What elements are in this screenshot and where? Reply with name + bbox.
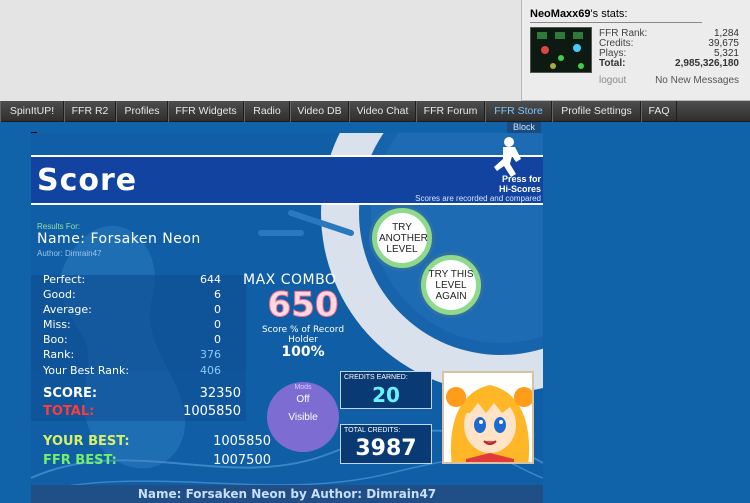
results-for-label: Results For: xyxy=(37,222,81,231)
try-again-label: TRY THIS LEVEL AGAIN xyxy=(428,268,474,302)
total-credits-value: 3987 xyxy=(355,436,417,461)
logout-link[interactable]: logout xyxy=(599,75,626,86)
block-button[interactable]: Block xyxy=(507,122,541,133)
nav-profiles[interactable]: Profiles xyxy=(116,101,168,122)
nav-video-db[interactable]: Video DB xyxy=(290,101,349,122)
nav-video-chat[interactable]: Video Chat xyxy=(349,101,416,122)
messages-link[interactable]: No New Messages xyxy=(655,75,739,86)
stat-best-rank-label: Your Best Rank: xyxy=(43,364,130,377)
stats-title: NeoMaxx69's stats: xyxy=(530,8,702,23)
character-portrait xyxy=(442,371,534,464)
stats-username[interactable]: NeoMaxx69 xyxy=(530,8,591,20)
stat-boo-label: Boo: xyxy=(43,333,68,346)
score-screen: Score Press for Hi-Scores Scores are rec… xyxy=(31,133,543,503)
nav-radio[interactable]: Radio xyxy=(244,101,290,122)
nav-spinitup[interactable]: SpinItUP! xyxy=(0,101,64,122)
nav-ffr-widgets[interactable]: FFR Widgets xyxy=(168,101,244,122)
mods-off-label: Off xyxy=(296,394,310,405)
nav-ffr-store[interactable]: FFR Store xyxy=(485,101,552,122)
score-heading: Score xyxy=(37,163,138,198)
nav-faq[interactable]: FAQ xyxy=(641,101,677,122)
avatar-thumbnail[interactable] xyxy=(530,27,592,73)
try-another-level-button[interactable]: TRY ANOTHER LEVEL xyxy=(372,208,432,268)
score-label: SCORE: xyxy=(43,386,98,401)
nav-ffr-forum[interactable]: FFR Forum xyxy=(416,101,485,122)
nav-ffr-r2[interactable]: FFR R2 xyxy=(64,101,116,122)
ffr-best-label: FFR BEST: xyxy=(43,453,117,468)
hi-scores-link[interactable]: Hi-Scores xyxy=(499,184,541,194)
stat-average-value: 0 xyxy=(214,303,221,316)
song-author: Author: Dimrain47 xyxy=(37,249,102,258)
user-stats-panel: NeoMaxx69's stats: FFR Rank: 1,284 Credi… xyxy=(521,0,750,101)
your-best-label: YOUR BEST: xyxy=(43,434,130,449)
song-name: Name: Forsaken Neon xyxy=(37,231,201,247)
song-footer: Name: Forsaken Neon by Author: Dimrain47 xyxy=(137,487,437,501)
stat-perfect-value: 644 xyxy=(200,273,221,286)
total-score-value: 1005850 xyxy=(183,404,241,419)
ffr-best-value: 1007500 xyxy=(213,453,271,468)
stat-good-label: Good: xyxy=(43,288,76,301)
score-pct-label: Score % of Record Holder xyxy=(261,325,345,345)
scores-recorded-note: Scores are recorded and compared xyxy=(415,194,541,203)
score-pct-value: 100% xyxy=(281,344,325,360)
stat-boo-value: 0 xyxy=(214,333,221,346)
stat-miss-label: Miss: xyxy=(43,318,71,331)
stat-rank-value: 376 xyxy=(200,348,221,361)
total-value: 2,985,326,180 xyxy=(675,58,739,69)
credits-earned-value: 20 xyxy=(372,383,400,407)
max-combo-value: 650 xyxy=(267,285,339,326)
score-value: 32350 xyxy=(199,386,241,401)
try-another-label: TRY ANOTHER LEVEL xyxy=(379,221,428,255)
stat-rank-label: Rank: xyxy=(43,348,75,361)
total-credits-label: TOTAL CREDITS: xyxy=(344,427,401,434)
stat-best-rank-value: 406 xyxy=(200,364,221,377)
stat-perfect-label: Perfect: xyxy=(43,273,86,286)
main-nav: SpinItUP! FFR R2 Profiles FFR Widgets Ra… xyxy=(0,101,750,122)
total-label: Total: xyxy=(599,58,626,69)
stat-miss-value: 0 xyxy=(214,318,221,331)
stats-title-suffix: 's stats: xyxy=(590,8,628,20)
try-level-again-button[interactable]: TRY THIS LEVEL AGAIN xyxy=(421,255,481,315)
press-for-label: Press for xyxy=(501,174,541,184)
stat-average-label: Average: xyxy=(43,303,92,316)
credits-earned-label: CREDITS EARNED: xyxy=(344,374,408,381)
nav-profile-settings[interactable]: Profile Settings xyxy=(552,101,641,122)
total-score-label: TOTAL: xyxy=(43,404,95,419)
mods-visible-label: Visible xyxy=(288,412,318,423)
mods-label: Mods xyxy=(294,384,312,391)
stat-good-value: 6 xyxy=(214,288,221,301)
your-best-value: 1005850 xyxy=(213,434,271,449)
